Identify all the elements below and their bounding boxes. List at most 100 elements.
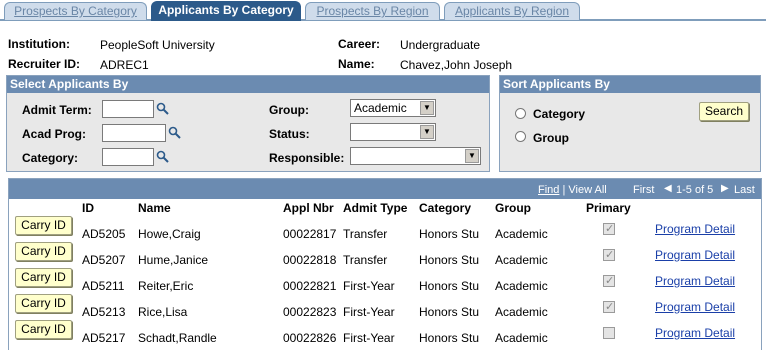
col-id: ID (82, 201, 94, 215)
col-category: Category (419, 201, 472, 215)
row-category: Honors Stu (419, 331, 480, 345)
program-detail-link[interactable]: Program Detail (655, 300, 735, 314)
recruiter-label: Recruiter ID: (8, 57, 81, 71)
sort-group-radio[interactable] (515, 131, 526, 142)
row-id: AD5205 (82, 227, 126, 241)
col-appl-nbr: Appl Nbr (283, 201, 334, 215)
responsible-label: Responsible: (269, 151, 345, 165)
tab-applicants-by-category[interactable]: Applicants By Category (151, 1, 301, 21)
row-category: Honors Stu (419, 227, 480, 241)
row-id: AD5207 (82, 253, 126, 267)
admit-term-lookup-icon[interactable] (156, 102, 169, 115)
row-id: AD5211 (82, 279, 125, 293)
admit-term-input[interactable] (102, 100, 154, 118)
last-link[interactable]: Last (734, 184, 755, 196)
primary-checkbox[interactable] (603, 222, 615, 235)
institution-label: Institution: (8, 37, 70, 51)
sort-applicants-box: Sort Applicants By (499, 75, 761, 172)
row-group: Academic (495, 253, 548, 267)
row-admit-type: First-Year (343, 305, 395, 319)
group-label: Group: (269, 103, 309, 117)
responsible-select[interactable]: ▼ (350, 147, 481, 165)
program-detail-link[interactable]: Program Detail (655, 222, 735, 236)
primary-checkbox[interactable] (603, 274, 615, 287)
status-select[interactable]: ▼ (350, 123, 436, 141)
program-detail-link[interactable]: Program Detail (655, 248, 735, 262)
search-button[interactable]: Search (699, 102, 749, 121)
status-label: Status: (269, 127, 310, 141)
name-label: Name: (338, 57, 375, 71)
row-appl-nbr: 00022817 (283, 227, 337, 241)
row-name: Reiter,Eric (138, 279, 194, 293)
row-id: AD5213 (82, 305, 126, 319)
tab-prospects-by-region[interactable]: Prospects By Region (305, 2, 440, 20)
sort-group-label: Group (533, 131, 569, 145)
category-lookup-icon[interactable] (156, 150, 169, 163)
carry-id-button[interactable]: Carry ID (15, 294, 72, 313)
acad-prog-label: Acad Prog: (22, 127, 87, 141)
select-applicants-title: Select Applicants By (7, 76, 489, 93)
category-label: Category: (22, 151, 79, 165)
acad-prog-lookup-icon[interactable] (168, 126, 181, 139)
col-admit-type: Admit Type (343, 201, 408, 215)
col-primary: Primary (586, 201, 631, 215)
row-name: Howe,Craig (138, 227, 201, 241)
tab-prospects-by-category[interactable]: Prospects By Category (4, 2, 147, 20)
acad-prog-input[interactable] (102, 124, 166, 142)
group-select-value: Academic (354, 101, 407, 115)
find-link[interactable]: Find (538, 184, 559, 196)
row-admit-type: Transfer (343, 253, 388, 267)
carry-id-button[interactable]: Carry ID (15, 216, 72, 235)
sort-applicants-title: Sort Applicants By (500, 76, 760, 93)
carry-id-button[interactable]: Carry ID (15, 320, 72, 339)
sort-category-radio[interactable] (515, 108, 526, 119)
sort-category-label: Category (533, 107, 586, 121)
grid-range: 1-5 of 5 (676, 184, 714, 196)
first-arrow-icon[interactable]: ◀ (664, 183, 672, 194)
category-input[interactable] (102, 148, 154, 166)
carry-id-button[interactable]: Carry ID (15, 268, 72, 287)
last-arrow-icon[interactable]: ▶ (721, 183, 729, 194)
chevron-down-icon: ▼ (465, 149, 479, 163)
nav-separator: | (562, 184, 566, 196)
row-group: Academic (495, 279, 548, 293)
carry-id-button[interactable]: Carry ID (15, 242, 72, 261)
primary-checkbox[interactable] (603, 327, 615, 339)
admit-term-label: Admit Term: (22, 103, 92, 117)
col-name: Name (138, 201, 171, 215)
career-value: Undergraduate (400, 38, 481, 52)
institution-value: PeopleSoft University (100, 38, 215, 52)
group-select[interactable]: Academic ▼ (350, 99, 436, 117)
name-value: Chavez,John Joseph (400, 58, 513, 72)
tab-applicants-by-region[interactable]: Applicants By Region (444, 2, 580, 20)
row-category: Honors Stu (419, 279, 480, 293)
first-link[interactable]: First (633, 184, 654, 196)
row-group: Academic (495, 227, 548, 241)
row-name: Schadt,Randle (138, 331, 217, 345)
row-appl-nbr: 00022826 (283, 331, 337, 345)
career-label: Career: (338, 37, 381, 51)
row-category: Honors Stu (419, 305, 480, 319)
row-name: Hume,Janice (138, 253, 209, 267)
row-appl-nbr: 00022823 (283, 305, 337, 319)
row-admit-type: First-Year (343, 331, 395, 345)
chevron-down-icon: ▼ (420, 125, 434, 139)
row-admit-type: First-Year (343, 279, 395, 293)
primary-checkbox[interactable] (603, 300, 615, 313)
row-category: Honors Stu (419, 253, 480, 267)
row-group: Academic (495, 331, 548, 345)
row-id: AD5217 (82, 331, 126, 345)
row-appl-nbr: 00022821 (283, 279, 337, 293)
tab-bar: Prospects By Category Applicants By Cate… (0, 0, 766, 22)
chevron-down-icon: ▼ (420, 101, 434, 115)
row-group: Academic (495, 305, 548, 319)
row-name: Rice,Lisa (138, 305, 188, 319)
recruiter-value: ADREC1 (100, 58, 149, 72)
primary-checkbox[interactable] (603, 248, 615, 261)
program-detail-link[interactable]: Program Detail (655, 326, 735, 340)
row-appl-nbr: 00022818 (283, 253, 337, 267)
col-group: Group (495, 201, 531, 215)
view-all-link[interactable]: View All (568, 184, 606, 196)
row-admit-type: Transfer (343, 227, 388, 241)
program-detail-link[interactable]: Program Detail (655, 274, 735, 288)
